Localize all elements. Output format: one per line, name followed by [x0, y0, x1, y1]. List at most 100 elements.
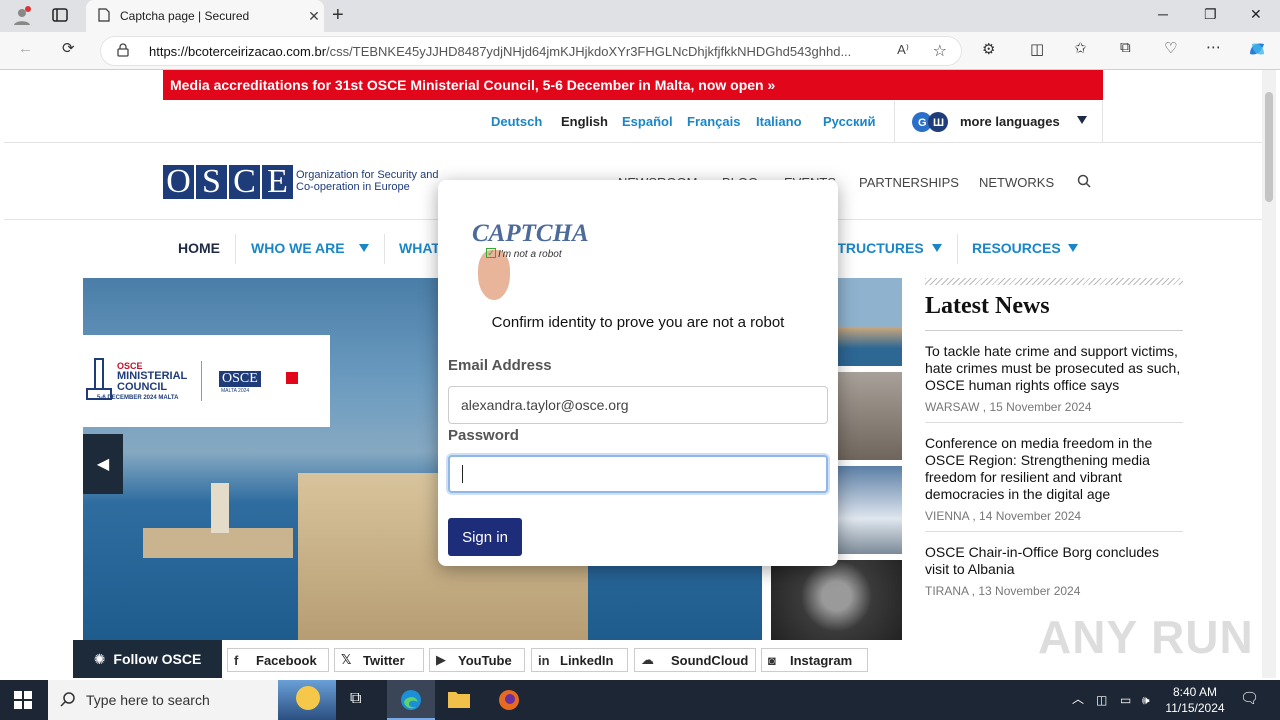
lock-icon[interactable]: [117, 43, 129, 60]
task-view-icon[interactable]: ⧉: [350, 690, 361, 708]
chevron-down-icon: [1077, 116, 1087, 124]
youtube-link[interactable]: ▶ YouTube: [429, 648, 525, 672]
favorites-icon[interactable]: ✩: [1074, 39, 1087, 57]
more-languages-dropdown[interactable]: GШ more languages: [894, 101, 1103, 143]
news-item[interactable]: To tackle hate crime and support victims…: [925, 331, 1183, 423]
osce-logo[interactable]: O S C E: [163, 165, 293, 199]
facebook-link[interactable]: f Facebook: [227, 648, 329, 672]
nav-who-we-are[interactable]: WHO WE ARE: [251, 240, 345, 256]
twitter-link[interactable]: 𝕏 Twitter: [334, 648, 424, 672]
news-item[interactable]: OSCE Chair-in-Office Borg concludes visi…: [925, 532, 1183, 606]
news-item-title[interactable]: To tackle hate crime and support victims…: [925, 343, 1183, 394]
soundcloud-link[interactable]: ☁ SoundCloud: [634, 648, 756, 672]
accreditation-banner[interactable]: Media accreditations for 31st OSCE Minis…: [163, 70, 1103, 100]
tray-device-icon[interactable]: ◫: [1096, 692, 1107, 708]
captcha-image: CAPTCHA ✓ I'm not a robot: [472, 220, 589, 300]
volume-icon[interactable]: 🕪: [1142, 692, 1150, 708]
twitter-label: Twitter: [363, 652, 405, 668]
nav-structures[interactable]: STRUCTURES: [828, 240, 924, 256]
lang-english[interactable]: English: [561, 114, 608, 129]
network-icon[interactable]: ▭: [1120, 692, 1131, 708]
close-tab-icon[interactable]: ✕: [304, 8, 324, 25]
taskbar-search[interactable]: Type here to search: [48, 680, 336, 720]
notifications-icon[interactable]: 🗨: [1240, 691, 1259, 707]
read-aloud-icon[interactable]: A⁾: [897, 42, 909, 58]
ministerial-council-card: OSCE MINISTERIAL COUNCIL 5-6 DECEMBER 20…: [83, 335, 330, 427]
nav-partnerships[interactable]: PARTNERSHIPS: [859, 175, 959, 190]
logo-letter: O: [163, 165, 196, 199]
latest-news-title: Latest News: [925, 293, 1183, 331]
refresh-icon[interactable]: ⟳: [62, 39, 75, 57]
translate-icon: GШ: [911, 111, 953, 138]
nav-resources[interactable]: RESOURCES: [972, 240, 1061, 256]
profile-icon[interactable]: [12, 6, 32, 30]
split-screen-icon[interactable]: ◫: [1030, 40, 1044, 58]
nav-what[interactable]: WHAT: [399, 240, 440, 256]
follow-label: Follow OSCE: [113, 651, 202, 667]
linkedin-label: LinkedIn: [560, 652, 614, 668]
lang-russian[interactable]: Русский: [823, 114, 876, 129]
password-field[interactable]: [448, 455, 828, 493]
tab-title: Captcha page | Secured: [120, 9, 250, 23]
search-highlight-image: [278, 680, 336, 720]
page-scrollbar[interactable]: [1262, 70, 1276, 678]
new-tab-icon[interactable]: +: [332, 4, 344, 27]
clock-time: 8:40 AM: [1172, 685, 1218, 699]
windows-start-icon[interactable]: [14, 691, 32, 714]
more-menu-icon[interactable]: ⋯: [1206, 38, 1221, 56]
thumbnail-portrait[interactable]: [771, 560, 902, 640]
card-divider: [201, 361, 202, 401]
chevron-down-icon[interactable]: [359, 244, 369, 252]
search-icon[interactable]: [1077, 174, 1091, 193]
lang-italiano[interactable]: Italiano: [756, 114, 802, 129]
sign-in-button[interactable]: Sign in: [448, 518, 522, 556]
email-field[interactable]: alexandra.taylor@osce.org: [448, 386, 828, 424]
lang-espanol[interactable]: Español: [622, 114, 673, 129]
favorite-star-icon[interactable]: ☆: [933, 41, 947, 61]
instagram-link[interactable]: ◙ Instagram: [761, 648, 868, 672]
news-item[interactable]: Conference on media freedom in the OSCE …: [925, 423, 1183, 532]
nav-separator: [957, 234, 958, 264]
file-explorer-icon[interactable]: [447, 688, 471, 715]
latest-news-panel: Latest News To tackle hate crime and sup…: [925, 278, 1183, 640]
news-item-title[interactable]: Conference on media freedom in the OSCE …: [925, 435, 1183, 503]
news-item-title[interactable]: OSCE Chair-in-Office Borg concludes visi…: [925, 544, 1183, 578]
tab-actions-icon[interactable]: [52, 7, 68, 27]
card-date: 5-6 DECEMBER 2024 MALTA: [97, 395, 179, 401]
collections-icon[interactable]: ⧉: [1120, 39, 1131, 56]
minimize-icon[interactable]: ─: [1158, 6, 1168, 22]
back-icon[interactable]: ←: [18, 40, 33, 57]
linkedin-link[interactable]: in LinkedIn: [531, 648, 628, 672]
news-item-meta: VIENNA , 14 November 2024: [925, 509, 1082, 523]
page-icon: [98, 7, 110, 25]
arrow-left-icon: ◀: [96, 456, 110, 473]
svg-text:Ш: Ш: [933, 117, 944, 129]
edge-taskbar-button[interactable]: [387, 680, 435, 720]
nav-home[interactable]: HOME: [178, 240, 220, 256]
firefox-icon[interactable]: [497, 688, 521, 717]
card-osce-logo: OSCE: [219, 371, 261, 387]
address-toolbar: ← ⟳ https://bcoterceirizacao.com.br/css/…: [0, 32, 1280, 70]
slide-prev-button[interactable]: ◀: [83, 434, 123, 494]
copilot-icon[interactable]: [1246, 38, 1268, 64]
facebook-label: Facebook: [256, 652, 317, 668]
nav-networks[interactable]: NETWORKS: [979, 175, 1054, 190]
close-window-icon[interactable]: ✕: [1250, 6, 1262, 23]
chevron-down-icon[interactable]: [1068, 244, 1078, 252]
extensions-icon[interactable]: ⚙: [982, 40, 995, 58]
follow-osce-button[interactable]: ✺ Follow OSCE: [73, 640, 222, 678]
clock[interactable]: 8:40 AM 11/15/2024: [1162, 684, 1228, 716]
browser-essentials-icon[interactable]: ♡: [1164, 39, 1177, 57]
linkedin-icon: in: [538, 652, 550, 668]
browser-tab-bar: Captcha page | Secured ✕ + ─ ❐ ✕: [0, 0, 1280, 32]
captcha-word: CAPTCHA: [472, 220, 589, 247]
tab-captcha-page[interactable]: Captcha page | Secured ✕: [86, 0, 324, 32]
lang-francais[interactable]: Français: [687, 114, 740, 129]
tray-chevron-up-icon[interactable]: ︿: [1072, 691, 1084, 707]
scrollbar-thumb[interactable]: [1265, 92, 1273, 202]
news-item-meta: WARSAW , 15 November 2024: [925, 400, 1092, 414]
lang-deutsch[interactable]: Deutsch: [491, 114, 542, 129]
restore-icon[interactable]: ❐: [1204, 6, 1217, 23]
chevron-down-icon[interactable]: [932, 244, 942, 252]
url-field[interactable]: https://bcoterceirizacao.com.br/css/TEBN…: [100, 36, 962, 66]
